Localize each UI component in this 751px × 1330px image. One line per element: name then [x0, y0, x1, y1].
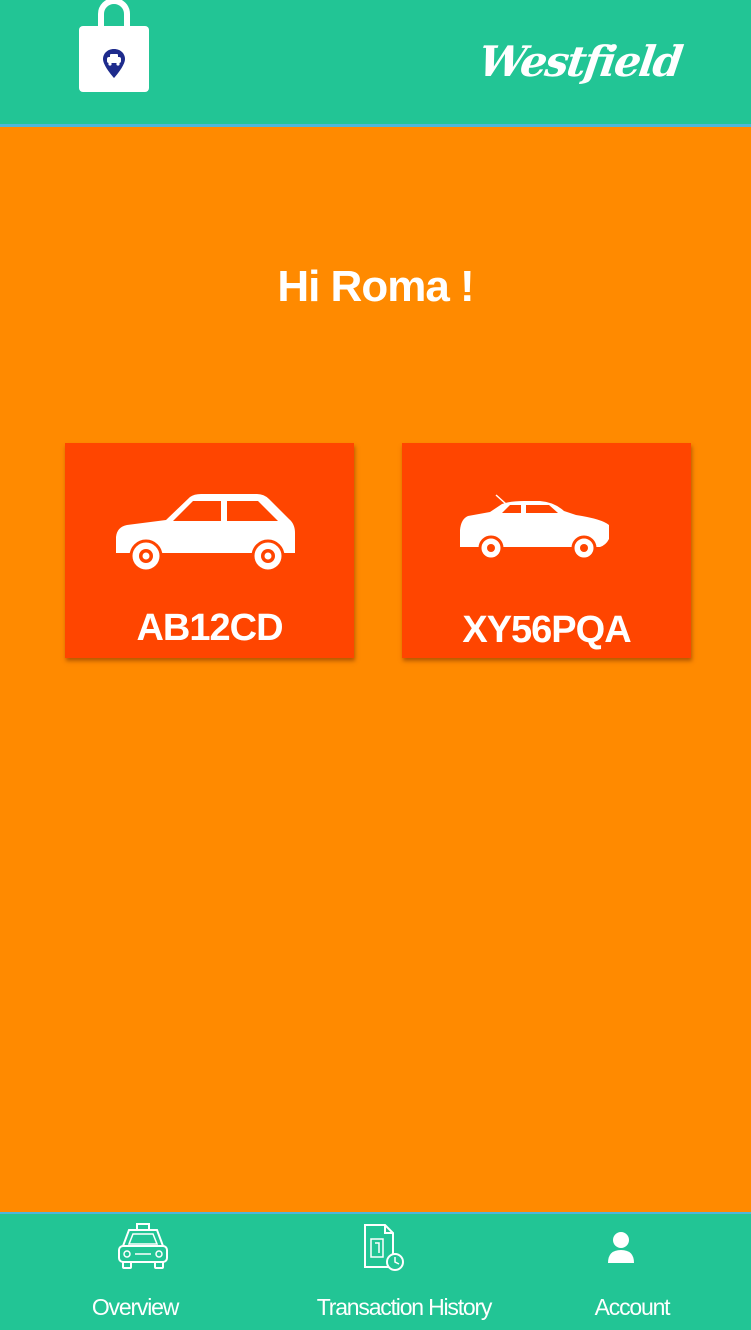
vehicle-plate-label: XY56PQA [462, 609, 631, 651]
user-icon [606, 1230, 636, 1269]
app-header: Westfield [0, 0, 751, 127]
brand-logo-text: Westfield [476, 37, 685, 86]
tab-label: Transaction History [316, 1294, 493, 1320]
document-clock-icon [362, 1222, 406, 1277]
vehicle-card-xy56pqa[interactable]: XY56PQA [402, 443, 691, 658]
tab-account[interactable]: Account [570, 1214, 694, 1330]
greeting-heading: Hi Roma ! [277, 262, 474, 311]
tab-label: Account [594, 1294, 671, 1320]
sedan-car-icon [460, 494, 609, 561]
shopping-bag-location-icon[interactable] [76, 0, 152, 96]
vehicle-card-ab12cd[interactable]: AB12CD [65, 443, 354, 658]
vehicle-plate-label: AB12CD [136, 607, 283, 649]
westfield-logo: Westfield [475, 32, 685, 92]
hatchback-car-icon [116, 494, 295, 573]
tab-transaction-history[interactable]: Transaction History [300, 1214, 508, 1330]
bottom-tab-bar: Overview Transaction History Account [0, 1212, 751, 1330]
tab-overview[interactable]: Overview [60, 1214, 210, 1330]
tab-label: Overview [91, 1294, 179, 1320]
taxi-icon [116, 1222, 170, 1277]
